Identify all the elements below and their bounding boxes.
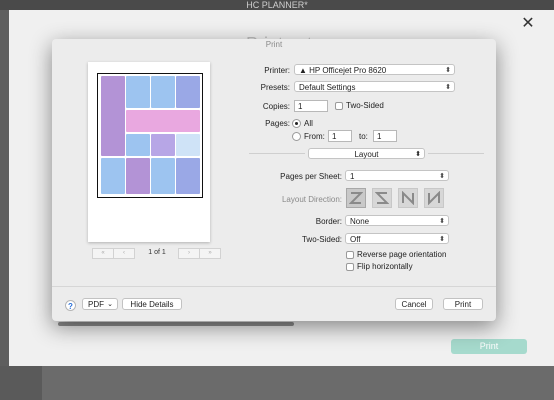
flip-horizontally-label: Flip horizontally xyxy=(357,262,413,271)
preview-page xyxy=(97,73,203,198)
chevron-left-icon: ‹ xyxy=(123,250,125,256)
background-print-button[interactable]: Print xyxy=(451,339,527,354)
printer-value: HP Officejet Pro 8620 xyxy=(309,66,387,75)
pages-to-label: to: xyxy=(359,132,368,141)
copies-field[interactable]: 1 xyxy=(294,100,328,112)
pdf-label: PDF xyxy=(88,300,104,309)
border-value: None xyxy=(350,217,370,226)
prev-page-button[interactable]: ‹ xyxy=(113,248,135,259)
double-chevron-right-icon: » xyxy=(208,250,212,256)
two-sided-label: Two-Sided: xyxy=(301,235,342,244)
chevron-down-icon: ⌄ xyxy=(107,301,113,308)
pages-range-radio[interactable] xyxy=(292,132,301,141)
presets-select[interactable]: Default Settings ⬍ xyxy=(294,81,455,92)
close-icon[interactable]: ✕ xyxy=(520,16,536,32)
double-chevron-left-icon: « xyxy=(101,250,105,256)
pages-from-label: From: xyxy=(304,132,325,141)
preview-sticker xyxy=(101,76,125,156)
chevron-updown-icon: ⬍ xyxy=(439,218,445,225)
preview-sticker xyxy=(176,134,200,156)
pages-per-sheet-value: 1 xyxy=(350,172,355,181)
pages-all-label: All xyxy=(304,119,313,128)
section-divider-right xyxy=(428,153,484,154)
presets-label: Presets: xyxy=(260,83,290,92)
section-divider-left xyxy=(249,153,305,154)
layout-direction-n-reverse[interactable] xyxy=(424,188,444,208)
printer-select[interactable]: ▲ HP Officejet Pro 8620 ⬍ xyxy=(294,64,455,75)
pages-all-radio[interactable] xyxy=(292,119,301,128)
preview-sticker xyxy=(126,134,150,156)
layout-direction-s[interactable] xyxy=(372,188,392,208)
chevron-right-icon: › xyxy=(188,250,190,256)
layout-direction-z[interactable] xyxy=(346,188,366,208)
layout-n-reverse-icon xyxy=(428,191,440,205)
preview-sticker xyxy=(126,158,150,194)
next-page-button[interactable]: › xyxy=(178,248,200,259)
background-scrollbar[interactable] xyxy=(58,322,294,326)
app-bottom-area xyxy=(42,366,554,400)
last-page-button[interactable]: » xyxy=(199,248,221,259)
layout-s-icon xyxy=(375,192,389,204)
two-sided-value: Off xyxy=(350,235,361,244)
reverse-orientation-label: Reverse page orientation xyxy=(357,250,447,259)
page-indicator: 1 of 1 xyxy=(148,249,166,256)
first-page-button[interactable]: « xyxy=(92,248,114,259)
section-value: Layout xyxy=(354,150,379,159)
chevron-updown-icon: ⬍ xyxy=(439,236,445,243)
preview-sticker xyxy=(126,110,200,132)
chevron-updown-icon: ⬍ xyxy=(415,151,421,158)
reverse-orientation-checkbox[interactable] xyxy=(346,251,354,259)
dialog-title: Print xyxy=(265,40,283,49)
pages-per-sheet-select[interactable]: 1 ⬍ xyxy=(345,170,449,181)
help-button[interactable]: ? xyxy=(65,300,76,311)
pages-label: Pages: xyxy=(265,119,290,128)
printer-warning-icon: ▲ xyxy=(299,66,310,75)
chevron-updown-icon: ⬍ xyxy=(439,173,445,180)
flip-horizontally-checkbox[interactable] xyxy=(346,263,354,271)
layout-z-icon xyxy=(349,192,363,204)
section-select[interactable]: Layout ⬍ xyxy=(308,148,425,159)
two-sided-select[interactable]: Off ⬍ xyxy=(345,233,449,244)
pages-from-field[interactable]: 1 xyxy=(328,130,352,142)
chevron-updown-icon: ⬍ xyxy=(445,67,451,74)
copies-label: Copies: xyxy=(262,102,290,111)
preview-sticker xyxy=(126,76,150,108)
print-dialog: Print « ‹ 1 of 1 › » Printer: ▲ HP Offic… xyxy=(52,39,496,321)
border-label: Border: xyxy=(315,217,342,226)
cancel-button[interactable]: Cancel xyxy=(395,298,433,310)
pages-per-sheet-label: Pages per Sheet: xyxy=(280,172,342,181)
footer-divider xyxy=(52,286,496,287)
app-left-strip xyxy=(0,10,9,400)
preview-sticker xyxy=(151,76,175,108)
border-select[interactable]: None ⬍ xyxy=(345,215,449,226)
preview-sticker xyxy=(151,158,175,194)
two-sided-checkbox[interactable] xyxy=(335,102,343,110)
preview-sticker xyxy=(176,158,200,194)
print-preview xyxy=(88,62,210,242)
chevron-updown-icon: ⬍ xyxy=(445,84,451,91)
layout-n-icon xyxy=(402,191,414,205)
preview-sticker xyxy=(176,76,200,108)
layout-direction-n[interactable] xyxy=(398,188,418,208)
preview-sticker xyxy=(151,134,175,156)
presets-value: Default Settings xyxy=(299,83,356,92)
printer-label: Printer: xyxy=(264,66,290,75)
pages-to-field[interactable]: 1 xyxy=(373,130,397,142)
preview-sticker xyxy=(101,158,125,194)
print-button[interactable]: Print xyxy=(443,298,483,310)
pdf-menu-button[interactable]: PDF ⌄ xyxy=(82,298,118,310)
app-title: HC PLANNER* xyxy=(0,0,554,10)
layout-direction-label: Layout Direction: xyxy=(281,195,342,204)
two-sided-checkbox-label: Two-Sided xyxy=(346,101,384,110)
app-bottom-left xyxy=(0,366,42,400)
hide-details-button[interactable]: Hide Details xyxy=(122,298,182,310)
